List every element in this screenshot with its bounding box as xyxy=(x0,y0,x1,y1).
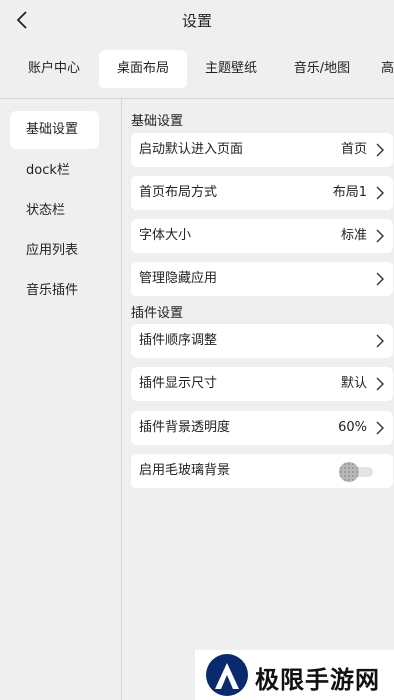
sidebar-item-dock[interactable]: dock栏 xyxy=(10,152,99,190)
row-manage-hidden-apps[interactable]: 管理隐藏应用 xyxy=(131,262,393,296)
row-plugin-size[interactable]: 插件显示尺寸 默认 xyxy=(131,367,393,401)
chevron-right-icon xyxy=(376,377,384,391)
section-title-basic: 基础设置 xyxy=(131,114,184,129)
row-home-layout[interactable]: 首页布局方式 布局1 xyxy=(131,176,393,210)
row-plugin-order[interactable]: 插件顺序调整 xyxy=(131,324,393,358)
row-value: 首页 xyxy=(340,142,367,157)
tab-account-center[interactable]: 账户中心 xyxy=(12,50,96,88)
tab-theme-wallpaper[interactable]: 主题壁纸 xyxy=(190,50,272,88)
sidebar-item-basic-settings[interactable]: 基础设置 xyxy=(10,111,99,149)
row-label: 插件背景透明度 xyxy=(139,420,231,435)
row-label: 字体大小 xyxy=(139,228,192,243)
sidebar-divider xyxy=(121,99,122,700)
sidebar-item-music-plugin[interactable]: 音乐插件 xyxy=(10,272,99,310)
tab-bar: 账户中心 桌面布局 主题壁纸 音乐/地图 高 xyxy=(0,48,394,92)
page-title: 设置 xyxy=(181,12,212,30)
chevron-right-icon xyxy=(376,421,384,435)
row-value: 标准 xyxy=(340,228,367,243)
row-value: 布局1 xyxy=(332,185,367,200)
row-plugin-opacity[interactable]: 插件背景透明度 60% xyxy=(131,411,393,445)
toggle-knob xyxy=(339,462,359,482)
row-label: 启用毛玻璃背景 xyxy=(139,463,231,478)
row-label: 插件显示尺寸 xyxy=(139,376,218,391)
chevron-right-icon xyxy=(376,272,384,286)
tab-advanced[interactable]: 高 xyxy=(381,50,394,88)
section-title-plugin: 插件设置 xyxy=(131,306,184,321)
sidebar-item-app-list[interactable]: 应用列表 xyxy=(10,232,99,270)
tab-desktop-layout[interactable]: 桌面布局 xyxy=(99,50,187,88)
sidebar-item-status-bar[interactable]: 状态栏 xyxy=(10,192,99,230)
row-value: 默认 xyxy=(340,376,367,391)
tab-divider xyxy=(0,98,394,99)
row-font-size[interactable]: 字体大小 标准 xyxy=(131,219,393,253)
row-label: 管理隐藏应用 xyxy=(139,271,218,286)
tab-music-map[interactable]: 音乐/地图 xyxy=(278,50,366,88)
row-frosted-glass: 启用毛玻璃背景 xyxy=(131,454,393,488)
chevron-right-icon xyxy=(376,143,384,157)
chevron-right-icon xyxy=(376,229,384,243)
watermark-text: 极限手游网 xyxy=(255,665,380,694)
frosted-glass-toggle[interactable] xyxy=(339,462,373,482)
row-label: 首页布局方式 xyxy=(139,185,218,200)
row-label: 插件顺序调整 xyxy=(139,333,218,348)
chevron-right-icon xyxy=(376,334,384,348)
watermark: 极限手游网 xyxy=(195,650,394,700)
row-value: 60% xyxy=(338,420,367,435)
row-default-startup-page[interactable]: 启动默认进入页面 首页 xyxy=(131,133,393,167)
chevron-right-icon xyxy=(376,186,384,200)
header-bar: 设置 xyxy=(0,0,394,40)
row-label: 启动默认进入页面 xyxy=(139,142,244,157)
site-logo-icon xyxy=(206,654,248,696)
